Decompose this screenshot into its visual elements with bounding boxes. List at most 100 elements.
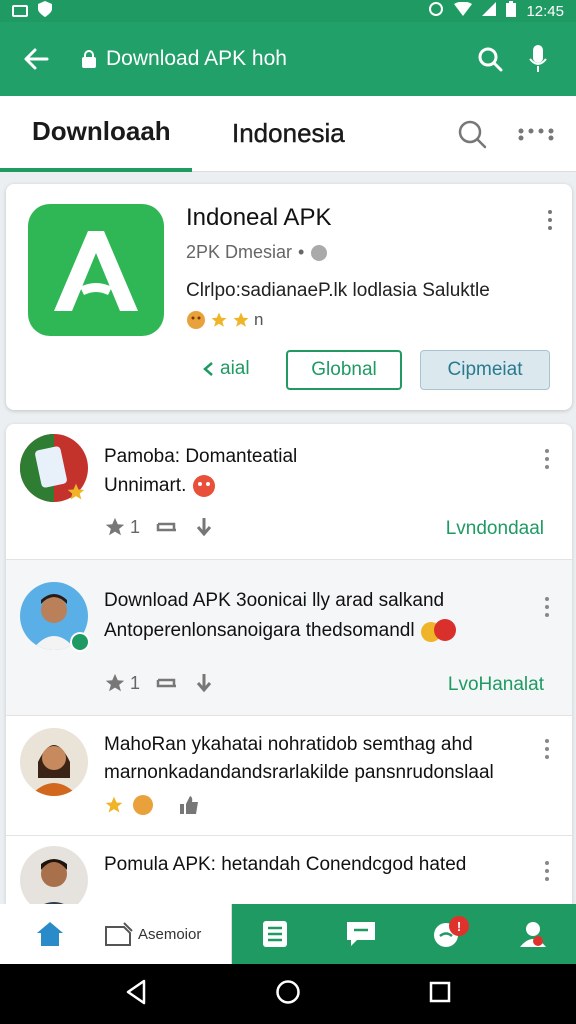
repost-icon[interactable]: [154, 516, 180, 538]
post-body: marnonkadandandsrarlakilde pansnrudonsla…: [104, 762, 494, 783]
tab-download[interactable]: Downloaah: [0, 96, 192, 172]
post-title: Pamoba: Domanteatial: [104, 446, 298, 467]
star-button[interactable]: 1: [104, 516, 140, 538]
star-icon: [233, 312, 249, 327]
notification-badge: !: [449, 916, 469, 936]
shield-icon: [38, 1, 52, 21]
search-icon: [458, 120, 487, 148]
wifi-icon: [454, 1, 473, 20]
star-count: 1: [130, 516, 141, 537]
star-icon[interactable]: [104, 795, 124, 815]
tab-indonesia[interactable]: Indonesia: [232, 96, 345, 172]
post-body-text: Antoperenlonsanoigara thedsomandl: [104, 620, 415, 641]
triangle-back-icon: [126, 979, 145, 1004]
status-time: 12:45: [526, 2, 564, 20]
alarm-icon: [428, 1, 444, 21]
voice-search-button[interactable]: [514, 35, 562, 83]
nav-notifications[interactable]: !: [404, 904, 490, 964]
nav-messages[interactable]: [318, 904, 404, 964]
arrow-left-icon: [24, 48, 49, 70]
more-vert-icon: [545, 449, 549, 469]
square-recents-icon: [430, 981, 451, 1002]
star-button[interactable]: 1: [104, 672, 140, 694]
text-action-label: aial: [220, 358, 250, 379]
post-menu-button[interactable]: [542, 448, 552, 470]
more-vert-icon: [545, 861, 549, 881]
post-body-text: Unnimart.: [104, 475, 187, 496]
feed-list: Pamoba: Domanteatial Unnimart. 1 Lvndond…: [6, 424, 572, 904]
star-icon: [105, 673, 125, 692]
emoji-icon: [133, 795, 153, 815]
post-avatar[interactable]: [20, 728, 88, 796]
post-body: Antoperenlonsanoigara thedsomandl: [104, 618, 459, 644]
globe-icon: [311, 244, 328, 261]
system-home-button[interactable]: [275, 979, 301, 1010]
post-menu-button[interactable]: [542, 596, 552, 618]
app-logo-icon: [28, 204, 164, 336]
post-actions: 1: [104, 672, 214, 694]
feed-post[interactable]: MahoRan ykahatai nohratidob semthag ahd …: [6, 716, 572, 836]
app-card-menu-button[interactable]: [542, 208, 558, 232]
back-button[interactable]: [14, 37, 58, 81]
feed-post[interactable]: Pomula APK: hetandah Conendcgod hated: [6, 836, 572, 904]
nav-profile[interactable]: [490, 904, 576, 964]
app-subtitle: 2PK Dmesiar: [186, 242, 293, 262]
post-avatar[interactable]: [20, 846, 88, 904]
system-recents-button[interactable]: [428, 980, 452, 1009]
download-arrow-icon[interactable]: [194, 672, 214, 694]
post-menu-button[interactable]: [542, 738, 552, 760]
nav-home[interactable]: [0, 904, 100, 964]
outline-action-button[interactable]: Globnal: [286, 350, 402, 390]
nav-list[interactable]: [232, 904, 318, 964]
nav-asemor[interactable]: Asemoior: [100, 904, 232, 964]
chevron-left-icon: [203, 362, 213, 376]
feed-post[interactable]: Pamoba: Domanteatial Unnimart. 1 Lvndond…: [6, 424, 572, 560]
home-icon: [37, 922, 63, 946]
download-arrow-icon[interactable]: [194, 516, 214, 538]
text-action-button[interactable]: aial: [202, 358, 250, 380]
star-badge-icon: [67, 483, 85, 500]
post-download-link[interactable]: Lvndondaal: [446, 518, 544, 540]
system-navigation-bar: [0, 964, 576, 1024]
top-app-bar: Download APK hoh: [0, 22, 576, 96]
list-icon: [263, 921, 287, 947]
app-description: Clrlpo:sadianaeP.lk lodlasia Saluktle: [186, 280, 490, 301]
more-options-button[interactable]: [496, 110, 576, 158]
tab-bar: Downloaah Indonesia: [0, 96, 576, 172]
app-subtitle-row: 2PK Dmesiar •: [186, 242, 328, 263]
battery-icon: [506, 1, 517, 21]
profile-icon: [520, 922, 546, 947]
microphone-icon: [529, 45, 547, 72]
filled-action-button[interactable]: Cipmeiat: [420, 350, 550, 390]
search-button[interactable]: [466, 35, 514, 83]
post-actions: 1: [104, 516, 214, 538]
post-title: Download APK 3oonicai lly arad salkand: [104, 590, 445, 611]
post-title: MahoRan ykahatai nohratidob semthag ahd: [104, 734, 473, 755]
signal-icon: [482, 2, 497, 20]
emoji-icon: [193, 475, 216, 497]
post-actions: [104, 794, 200, 816]
more-vert-icon: [548, 210, 552, 230]
post-title: Pomula APK: hetandah Conendcgod hated: [104, 854, 467, 875]
status-bar: 12:45: [0, 0, 576, 22]
notification-icon: [12, 5, 28, 17]
rating-label: n: [254, 310, 264, 329]
search-icon: [478, 47, 503, 72]
feed-post[interactable]: Download APK 3oonicai lly arad salkand A…: [6, 560, 572, 716]
star-icon: [211, 312, 227, 327]
like-icon[interactable]: [178, 794, 200, 816]
post-download-link[interactable]: LvoHanalat: [448, 674, 544, 696]
tab-search-button[interactable]: [448, 110, 496, 158]
repost-icon[interactable]: [154, 672, 180, 694]
post-body: Unnimart.: [104, 474, 216, 498]
post-menu-button[interactable]: [542, 860, 552, 882]
app-card[interactable]: Indoneal APK 2PK Dmesiar • Clrlpo:sadian…: [6, 184, 572, 410]
emoji-icon: [420, 619, 456, 642]
app-bar-title: Download APK hoh: [106, 47, 287, 70]
emoji-icon: [187, 311, 205, 329]
system-back-button[interactable]: [124, 979, 148, 1010]
star-count: 1: [130, 672, 141, 693]
more-vert-icon: [545, 597, 549, 617]
app-name: Indoneal APK: [186, 204, 332, 231]
more-dots-icon: [518, 128, 554, 140]
